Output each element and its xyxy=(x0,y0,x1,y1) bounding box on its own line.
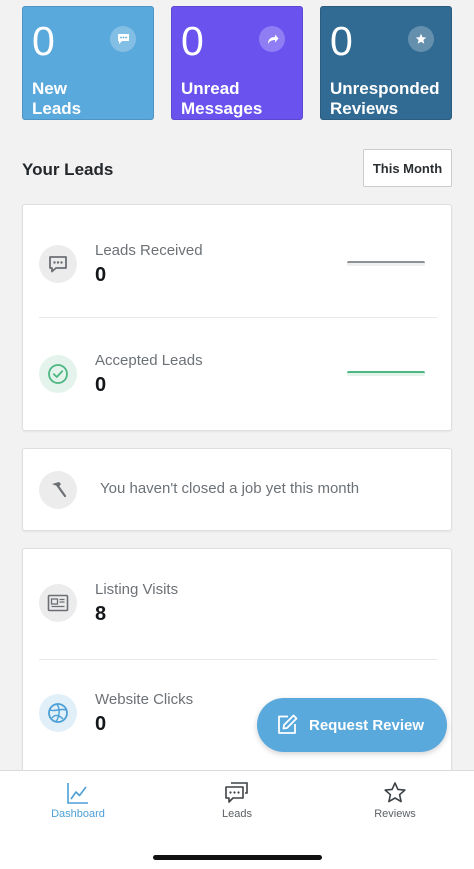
tab-leads-label: Leads xyxy=(222,808,252,820)
star-outline-icon xyxy=(345,779,445,807)
tab-leads[interactable]: Leads xyxy=(187,779,287,820)
tab-dashboard-label: Dashboard xyxy=(51,808,105,820)
message-icon xyxy=(39,245,77,283)
home-indicator xyxy=(153,855,322,860)
unresponded-reviews-label: Unresponded Reviews xyxy=(330,79,440,118)
your-leads-title: Your Leads xyxy=(22,160,114,179)
chat-bubble-icon xyxy=(110,26,136,52)
check-circle-icon xyxy=(39,355,77,393)
job-notice-card: You haven't closed a job yet this month xyxy=(22,448,452,531)
new-leads-tile[interactable]: 0 New Leads xyxy=(22,6,154,120)
globe-icon xyxy=(39,694,77,732)
leads-received-stat[interactable]: Leads Received 0 xyxy=(39,242,435,325)
request-review-label: Request Review xyxy=(309,716,425,734)
leads-received-value: 0 xyxy=(95,264,107,286)
accepted-leads-stat[interactable]: Accepted Leads 0 xyxy=(39,352,435,435)
unread-messages-tile[interactable]: 0 Unread Messages xyxy=(171,6,303,120)
tab-reviews[interactable]: Reviews xyxy=(345,779,445,820)
stat-divider xyxy=(39,317,437,318)
line-chart-icon xyxy=(28,779,128,807)
website-clicks-label: Website Clicks xyxy=(95,691,194,708)
leads-received-label: Leads Received xyxy=(95,242,203,259)
tab-dashboard[interactable]: Dashboard xyxy=(28,779,128,820)
stat-divider xyxy=(39,659,437,660)
request-review-button[interactable]: Request Review xyxy=(257,698,447,752)
listing-visits-label: Listing Visits xyxy=(95,581,179,598)
period-selector-button[interactable]: This Month xyxy=(363,149,452,187)
listing-visits-stat[interactable]: Listing Visits 8 xyxy=(39,581,435,664)
listing-visits-value: 8 xyxy=(95,603,107,625)
unread-messages-label: Unread Messages xyxy=(181,79,263,118)
hammer-icon xyxy=(39,471,77,509)
leads-stats-card: Leads Received 0 Accepted Leads 0 xyxy=(22,204,452,431)
edit-icon xyxy=(275,713,299,737)
accepted-leads-label: Accepted Leads xyxy=(95,352,203,369)
share-arrow-icon xyxy=(259,26,285,52)
chat-bubbles-icon xyxy=(187,779,287,807)
unresponded-reviews-tile[interactable]: 0 Unresponded Reviews xyxy=(320,6,452,120)
new-leads-label: New Leads xyxy=(32,79,82,118)
summary-tiles: 0 New Leads 0 Unread Messages 0 Unrespon… xyxy=(22,6,454,120)
website-clicks-value: 0 xyxy=(95,713,107,735)
accepted-leads-trendline xyxy=(347,371,425,376)
star-icon xyxy=(408,26,434,52)
accepted-leads-value: 0 xyxy=(95,374,107,396)
tab-reviews-label: Reviews xyxy=(374,808,416,820)
leads-received-trendline xyxy=(347,261,425,266)
job-notice-text: You haven't closed a job yet this month xyxy=(100,480,360,497)
traffic-stats-card: Listing Visits 8 Website Clicks 0 xyxy=(22,548,452,788)
listing-icon xyxy=(39,584,77,622)
